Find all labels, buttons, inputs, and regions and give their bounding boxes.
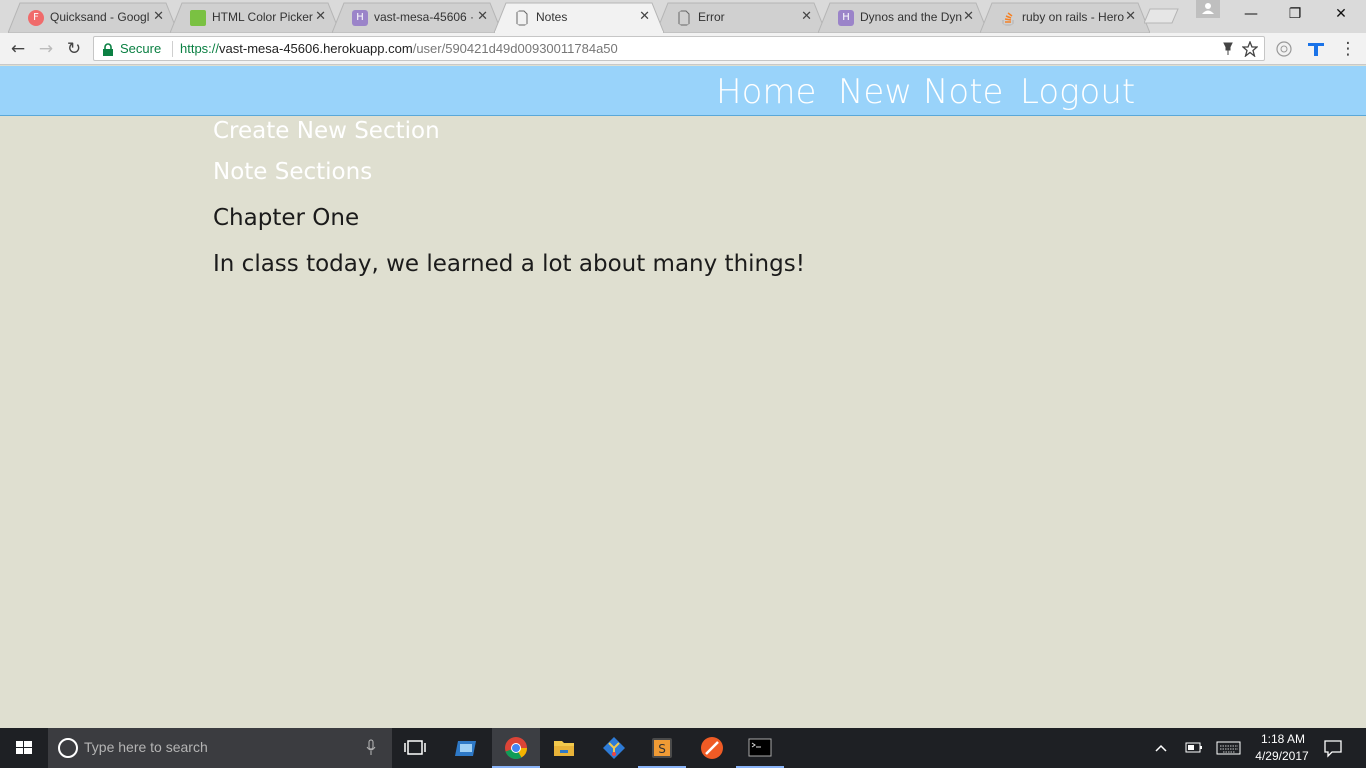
browser-tab-strip: F Quicksand - Googl ✕ HTML Color Picker … [0,0,1366,33]
color-picker-icon [190,10,206,26]
menu-icon[interactable]: ⋮ [1338,39,1358,59]
taskbar-app-terminal[interactable] [736,728,784,768]
nav-new-note-link[interactable]: New Note [838,72,1003,112]
person-icon [1202,3,1214,14]
maximize-button[interactable]: ❐ [1280,4,1310,24]
remote-desktop-icon [455,741,476,756]
minimize-button[interactable]: — [1236,4,1266,24]
clock-time[interactable]: 1:18 AM [1258,732,1308,746]
sublime-text-icon: S [652,738,672,758]
tab-close-icon[interactable]: ✕ [153,9,164,25]
tab-title: vast-mesa-45606 · [374,10,475,24]
tab-notes[interactable]: Notes ✕ [494,2,664,33]
heroku-icon: H [352,10,368,26]
windows-logo-icon [16,741,32,754]
reload-button[interactable]: ↻ [64,39,84,59]
tab-html-color-picker[interactable]: HTML Color Picker ✕ [170,2,340,33]
tab-close-icon[interactable]: ✕ [801,9,812,25]
url-host: vast-mesa-45606.herokuapp.com [219,41,413,56]
tab-title: Dynos and the Dyn [860,10,963,24]
taskbar-app-sublime-text[interactable]: S [638,728,686,768]
url-text[interactable]: https://vast-mesa-45606.herokuapp.com/us… [180,41,618,56]
clock-date[interactable]: 4/29/2017 [1252,749,1312,763]
page-icon [678,10,690,26]
tab-error[interactable]: Error ✕ [656,2,826,33]
windows-taskbar: Type here to search S 1:18 AM 4/29/2017 [0,728,1366,768]
taskbar-app-postman[interactable] [688,728,736,768]
nav-logout-link[interactable]: Logout [1020,72,1135,112]
file-explorer-icon [554,741,574,756]
taskbar-search-box[interactable]: Type here to search [48,728,392,768]
page-icon [516,10,528,26]
svg-text:S: S [658,742,666,756]
tab-title: Quicksand - Googl [50,10,150,24]
chevron-up-icon[interactable] [1154,728,1168,768]
action-center-icon[interactable] [1322,728,1344,768]
tab-quicksand[interactable]: F Quicksand - Googl ✕ [8,2,178,33]
heroku-icon: H [838,10,854,26]
extension-circle-icon[interactable] [1276,41,1292,57]
tab-title: Error [698,10,725,24]
tab-close-icon[interactable]: ✕ [639,9,650,25]
tab-close-icon[interactable]: ✕ [477,9,488,25]
forward-button[interactable]: → [36,39,56,59]
site-navbar: Home New Note Logout [0,66,1366,116]
start-button[interactable] [0,728,48,768]
google-fonts-icon: F [28,10,44,26]
tab-close-icon[interactable]: ✕ [963,9,974,25]
pin-icon[interactable] [1222,42,1234,56]
extension-t-icon[interactable] [1307,41,1325,57]
git-icon [603,737,625,759]
divider [172,41,173,57]
nav-home-link[interactable]: Home [716,72,816,112]
stackoverflow-icon [1002,12,1014,26]
url-scheme: https:// [180,41,220,56]
star-icon[interactable] [1242,41,1258,57]
task-view-button[interactable] [392,728,440,768]
taskbar-app-chrome[interactable] [492,728,540,768]
tab-close-icon[interactable]: ✕ [1125,9,1136,25]
postman-icon [701,737,723,759]
taskbar-app-remote-desktop[interactable] [442,728,490,768]
taskbar-app-git[interactable] [590,728,638,768]
terminal-icon [748,738,772,757]
tab-dynos[interactable]: H Dynos and the Dyn ✕ [818,2,988,33]
new-tab-button[interactable] [1144,8,1180,24]
tab-vast-mesa[interactable]: H vast-mesa-45606 · ✕ [332,2,502,33]
tab-title: HTML Color Picker [212,10,313,24]
chrome-icon [505,737,527,760]
tab-title: Notes [536,10,568,24]
tab-ruby-on-rails[interactable]: ruby on rails - Hero ✕ [980,2,1150,33]
tab-close-icon[interactable]: ✕ [315,9,326,25]
browser-toolbar: ← → ↻ Secure https://vast-mesa-45606.her… [0,33,1366,65]
tab-title: ruby on rails - Hero [1022,10,1125,24]
note-body: In class today, we learned a lot about m… [213,251,805,277]
close-window-button[interactable]: ✕ [1326,4,1356,24]
note-sections-link[interactable]: Note Sections [213,159,372,185]
taskbar-app-file-explorer[interactable] [540,728,588,768]
note-title: Chapter One [213,205,360,231]
create-new-section-link[interactable]: Create New Section [213,118,440,144]
lock-icon [103,43,113,56]
profile-button[interactable] [1196,0,1220,18]
page-content: Home New Note Logout Create New Section … [0,66,1366,728]
battery-icon[interactable] [1184,728,1204,768]
secure-label: Secure [120,41,162,56]
task-view-icon [404,740,426,755]
address-bar[interactable]: Secure https://vast-mesa-45606.herokuapp… [93,36,1265,61]
search-placeholder: Type here to search [84,739,208,755]
url-path: /user/590421d49d00930011784a50 [412,41,618,56]
back-button[interactable]: ← [8,39,28,59]
keyboard-icon[interactable] [1216,728,1242,768]
cortana-icon [58,738,78,758]
microphone-icon[interactable] [366,739,376,756]
